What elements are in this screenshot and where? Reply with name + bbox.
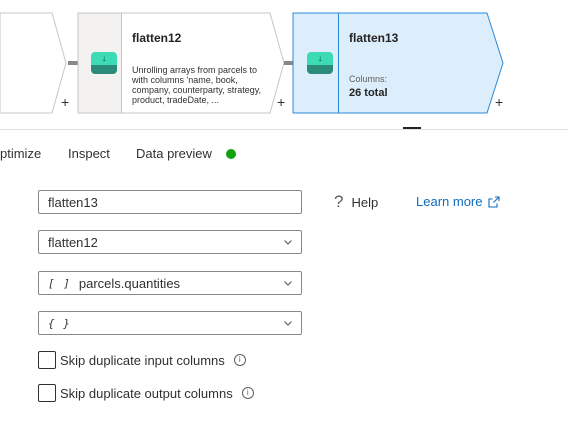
skip-dup-output-row: Skip duplicate output columns i [38,384,254,402]
info-icon[interactable]: i [233,354,246,366]
skip-dup-input-checkbox[interactable] [38,351,56,369]
question-icon: ? [334,192,344,211]
external-link-icon [488,195,501,208]
learn-more-label: Learn more [416,194,483,209]
object-icon: { } [48,316,71,330]
dataflow-canvas[interactable]: ↓ ↓ flatten12 Unrolling arrays from parc… [0,0,568,130]
incoming-stream-value: flatten12 [48,234,98,250]
unroll-by-select[interactable]: [ ] parcels.quantities [38,271,302,295]
unroll-by-value: parcels.quantities [78,275,181,291]
tab-data-preview[interactable]: Data preview [136,146,212,161]
status-dot [226,149,236,159]
learn-more-link[interactable]: Learn more [416,194,501,209]
output-stream-name-input[interactable]: flatten13 [38,190,302,214]
flatten-icon: ↓ [307,52,333,74]
chevron-down-icon [284,321,292,326]
add-transform-button[interactable]: + [277,95,285,109]
chevron-down-icon [284,240,292,245]
add-transform-button[interactable]: + [495,95,503,109]
unroll-root-select[interactable]: { } [38,311,302,335]
columns-label: Columns: [349,74,388,84]
skip-dup-input-row: Skip duplicate input columns i [38,351,246,369]
node-flatten13-title[interactable]: flatten13 [349,31,398,45]
info-icon[interactable]: i [241,387,254,399]
array-icon: [ ] [48,276,71,290]
flatten-icon: ↓ [91,52,117,74]
help-link[interactable]: ? Help [334,192,378,212]
prev-node-shape [0,12,67,114]
skip-dup-output-checkbox[interactable] [38,384,56,402]
tab-inspect[interactable]: Inspect [68,146,110,161]
add-transform-button[interactable]: + [61,95,69,109]
node-flatten12-description: Unrolling arrays from parcels to with co… [132,65,262,105]
columns-total: 26 total [349,87,388,99]
help-label: Help [351,194,379,210]
node-flatten12-title[interactable]: flatten12 [132,31,181,45]
tab-optimize[interactable]: ptimize [0,146,41,161]
skip-dup-output-label[interactable]: Skip duplicate output columns [60,386,233,401]
chevron-down-icon [284,281,292,286]
skip-dup-input-label[interactable]: Skip duplicate input columns [60,353,225,368]
panel-divider [0,129,568,130]
incoming-stream-select[interactable]: flatten12 [38,230,302,254]
